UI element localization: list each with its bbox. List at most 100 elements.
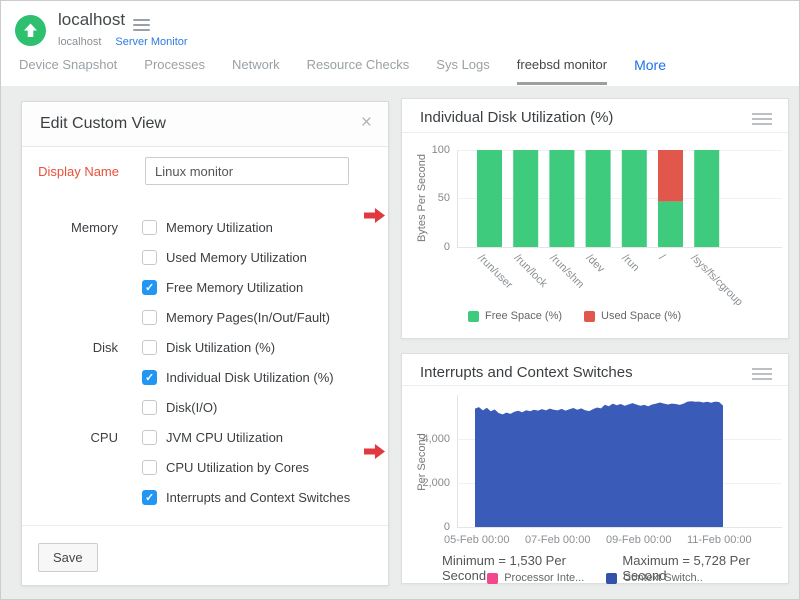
checkbox-row: Interrupts and Context Switches [22,482,388,512]
checkbox-label: Disk Utilization (%) [166,340,275,355]
checkbox-individual-disk-utilization[interactable] [142,370,157,385]
display-name-input[interactable] [145,157,349,185]
tab-network[interactable]: Network [232,57,280,82]
group-label-memory: Memory [22,220,134,235]
display-name-row: Display Name [22,157,388,185]
checkbox-memory-pages[interactable] [142,310,157,325]
checkbox-row: Memory Memory Utilization [22,212,388,242]
checkbox-label: CPU Utilization by Cores [166,460,309,475]
checkbox-label: Memory Utilization [166,220,273,235]
tab-resource-checks[interactable]: Resource Checks [307,57,410,82]
chart-menu-icon[interactable] [752,113,772,128]
y-tick: 2,000 [412,477,450,489]
metric-checkbox-list: Memory Memory Utilization Used Memory Ut… [22,212,388,512]
y-tick: 100 [412,144,450,156]
checkbox-label: Memory Pages(In/Out/Fault) [166,310,330,325]
area-chart[interactable] [457,395,782,527]
x-tick: /run/user [476,252,515,291]
legend-swatch [606,573,617,584]
checkbox-label: Interrupts and Context Switches [166,490,350,505]
content-area: Edit Custom View × Display Name Memory M… [1,86,799,599]
checkbox-disk-io[interactable] [142,400,157,415]
checkbox-row: CPU JVM CPU Utilization [22,422,388,452]
x-tick: /run/lock [512,252,550,290]
y-axis-label: Per Second [416,392,428,532]
checkbox-interrupts-context-switches[interactable] [142,490,157,505]
x-tick: 05-Feb 00:00 [444,534,509,546]
y-tick: 0 [412,521,450,533]
legend-swatch [487,573,498,584]
checkbox-row: Individual Disk Utilization (%) [22,362,388,392]
save-button[interactable]: Save [38,543,98,572]
checkbox-label: Free Memory Utilization [166,280,303,295]
interrupts-chart-panel: Interrupts and Context Switches Per Seco… [401,353,789,584]
checkbox-jvm-cpu-utilization[interactable] [142,430,157,445]
edit-custom-view-dialog: Edit Custom View × Display Name Memory M… [21,101,389,586]
breadcrumb-host: localhost [58,36,101,48]
checkbox-disk-utilization[interactable] [142,340,157,355]
display-name-label: Display Name [22,164,119,179]
checkbox-label: Disk(I/O) [166,400,217,415]
x-tick: /dev [584,252,607,275]
checkbox-row: Disk(I/O) [22,392,388,422]
group-label-disk: Disk [22,340,134,355]
x-tick: 11-Feb 00:00 [687,534,752,546]
chart-legend: Processor Inte... Context Switch.. [402,572,788,584]
chart-title: Individual Disk Utilization (%) [420,109,613,126]
x-tick: / [657,252,668,263]
group-label-cpu: CPU [22,430,134,445]
checkbox-cpu-utilization-by-cores[interactable] [142,460,157,475]
monitor-status-icon[interactable] [15,15,46,46]
legend-label: Free Space (%) [485,310,562,322]
tab-more[interactable]: More [634,57,666,83]
close-icon[interactable]: × [361,113,372,132]
checkbox-row: Memory Pages(In/Out/Fault) [22,302,388,332]
page-header: localhost localhost Server Monitor Device… [1,1,799,86]
breadcrumb-server-monitor-link[interactable]: Server Monitor [115,36,187,48]
checkbox-row: CPU Utilization by Cores [22,452,388,482]
legend-swatch [584,311,595,322]
chart-title: Interrupts and Context Switches [420,364,633,381]
x-tick: /sys/fs/cgroup [689,252,745,308]
checkbox-label: Individual Disk Utilization (%) [166,370,334,385]
disk-utilization-chart-panel: Individual Disk Utilization (%) Bytes Pe… [401,98,789,339]
legend-label: Context Switch.. [623,572,702,584]
legend-label: Processor Inte... [504,572,584,584]
legend-swatch [468,311,479,322]
checkbox-row: Disk Disk Utilization (%) [22,332,388,362]
tab-processes[interactable]: Processes [144,57,205,82]
dialog-header: Edit Custom View × [22,102,388,147]
hamburger-menu-icon[interactable] [133,19,150,34]
checkbox-label: JVM CPU Utilization [166,430,283,445]
tab-freebsd-monitor[interactable]: freebsd monitor [517,57,607,85]
dialog-footer: Save [22,525,388,585]
dialog-title: Edit Custom View [40,115,166,133]
legend-context-switches[interactable]: Context Switch.. [606,572,702,584]
chart-legend: Free Space (%) Used Space (%) [468,310,681,322]
checkbox-label: Used Memory Utilization [166,250,307,265]
chart-menu-icon[interactable] [752,368,772,383]
page-title: localhost [58,10,125,30]
checkbox-used-memory-utilization[interactable] [142,250,157,265]
checkbox-row: Free Memory Utilization [22,272,388,302]
legend-label: Used Space (%) [601,310,681,322]
x-tick: 09-Feb 00:00 [606,534,671,546]
tab-sys-logs[interactable]: Sys Logs [436,57,489,82]
stacked-bar-chart[interactable] [457,150,782,248]
x-tick: 07-Feb 00:00 [525,534,590,546]
x-tick: /run [620,252,642,274]
checkbox-row: Used Memory Utilization [22,242,388,272]
checkbox-memory-utilization[interactable] [142,220,157,235]
checkbox-free-memory-utilization[interactable] [142,280,157,295]
legend-free-space[interactable]: Free Space (%) [468,310,562,322]
tab-device-snapshot[interactable]: Device Snapshot [19,57,117,82]
legend-processor-interrupts[interactable]: Processor Inte... [487,572,584,584]
breadcrumb: localhost Server Monitor [58,36,188,48]
y-tick: 0 [412,241,450,253]
server-monitor-page: localhost localhost Server Monitor Device… [0,0,800,600]
y-tick: 4,000 [412,433,450,445]
y-tick: 50 [412,192,450,204]
legend-used-space[interactable]: Used Space (%) [584,310,681,322]
x-tick: /run/shm [548,252,587,291]
arrow-up-icon [22,22,39,39]
